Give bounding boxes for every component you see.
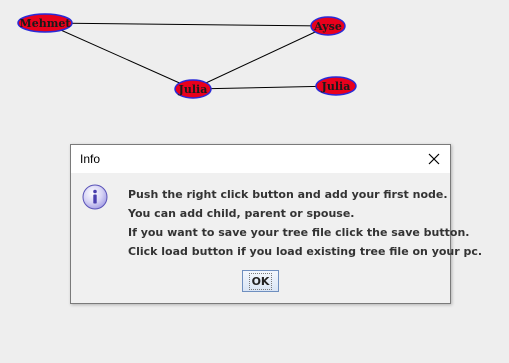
node-julia1[interactable]: Julia [174, 79, 212, 99]
dialog-titlebar[interactable]: Info [71, 145, 450, 173]
node-label: Mehmet [20, 17, 72, 30]
ok-button[interactable]: OK [242, 270, 279, 292]
node-ayse[interactable]: Ayse [310, 16, 346, 36]
message-line: Click load button if you load existing t… [128, 245, 483, 258]
edge-julia1-julia2 [192, 85, 337, 90]
close-icon [428, 153, 440, 165]
node-label: Julia [321, 80, 351, 93]
message-line: Push the right click button and add your… [128, 188, 448, 201]
edge-mehmet-julia1 [44, 22, 194, 90]
info-icon [82, 184, 108, 210]
node-label: Ayse [313, 20, 342, 33]
dialog-message: Push the right click button and add your… [128, 185, 482, 261]
node-mehmet[interactable]: Mehmet [17, 13, 73, 33]
message-line: You can add child, parent or spouse. [128, 207, 355, 220]
node-label: Julia [178, 83, 208, 96]
edges-layer [44, 22, 337, 90]
info-dialog: Info Push the right click button and add… [70, 144, 482, 304]
node-julia2[interactable]: Julia [315, 76, 357, 96]
nodes-layer: Mehmet Ayse Julia Julia [17, 13, 357, 99]
edge-mehmet-ayse [44, 22, 329, 27]
close-button[interactable] [418, 145, 450, 173]
edge-ayse-julia1 [192, 25, 329, 90]
dialog-title: Info [80, 152, 101, 166]
message-line: If you want to save your tree file click… [128, 226, 470, 239]
ok-button-label: OK [248, 272, 273, 290]
